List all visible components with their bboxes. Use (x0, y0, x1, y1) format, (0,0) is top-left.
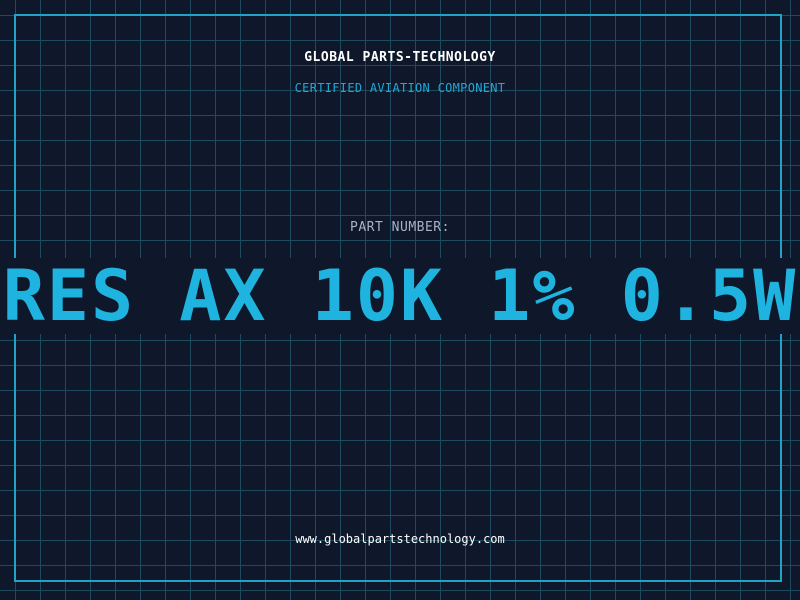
company-name: GLOBAL PARTS-TECHNOLOGY (304, 50, 496, 65)
part-number-label: PART NUMBER: (350, 220, 450, 235)
part-number-band: RES AX 10K 1% 0.5W (0, 258, 800, 334)
certification-subtitle: CERTIFIED AVIATION COMPONENT (294, 81, 506, 95)
website-url: www.globalpartstechnology.com (295, 532, 505, 546)
part-number-value: RES AX 10K 1% 0.5W (2, 258, 798, 334)
